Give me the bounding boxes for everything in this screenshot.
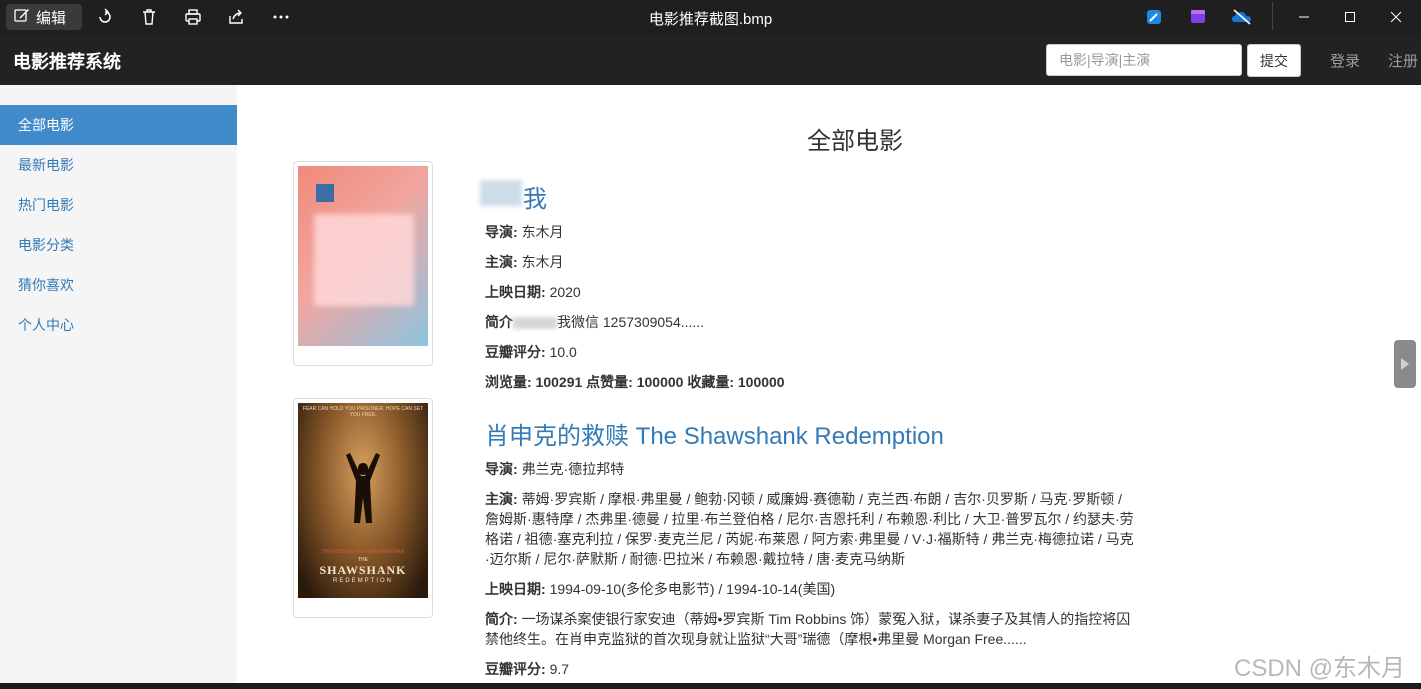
movie-info: 我 导演: 东木月 主演: 东木月 上映日期: 2020 简介 我微信 12573… [485, 179, 1135, 402]
movie-info: 肖申克的救赎 The Shawshank Redemption 导演: 弗兰克·… [485, 416, 1135, 689]
director-field: 导演: 弗兰克·德拉邦特 [485, 461, 625, 477]
edit-button[interactable]: 编辑 [6, 4, 82, 30]
sidebar-item-latest-movies[interactable]: 最新电影 [0, 145, 237, 185]
edit-icon [14, 7, 30, 27]
site-navbar: 电影推荐系统 提交 登录 注册 [0, 34, 1421, 85]
sidebar-item-profile[interactable]: 个人中心 [0, 305, 237, 345]
watermark: CSDN @东木月 [1234, 655, 1406, 682]
sidebar-item-recommend[interactable]: 猜你喜欢 [0, 265, 237, 305]
viewer-title-bar: 编辑 电影推荐截图.bmp [0, 0, 1421, 34]
clipchamp-icon[interactable] [1187, 6, 1209, 28]
stats-field: 浏览量: 100291 点赞量: 100000 收藏量: 100000 [485, 374, 785, 390]
movie-title[interactable]: 我 [485, 179, 1135, 214]
search-input[interactable] [1046, 44, 1242, 76]
cast-field: 主演: 蒂姆·罗宾斯 / 摩根·弗里曼 / 鲍勃·冈顿 / 威廉姆·赛德勒 / … [485, 491, 1134, 567]
release-field: 上映日期: 1994-09-10(多伦多电影节) / 1994-10-14(美国… [485, 581, 836, 597]
sidebar-item-all-movies[interactable]: 全部电影 [0, 105, 237, 145]
maximize-icon[interactable] [1327, 0, 1373, 34]
cast-field: 主演: 东木月 [485, 254, 564, 270]
close-icon[interactable] [1373, 0, 1419, 34]
sidebar-item-categories[interactable]: 电影分类 [0, 225, 237, 265]
rating-field: 豆瓣评分: 10.0 [485, 344, 577, 360]
release-field: 上映日期: 2020 [485, 284, 581, 300]
brand-title[interactable]: 电影推荐系统 [13, 48, 121, 74]
movie-poster[interactable] [293, 161, 433, 366]
bottom-bar [0, 683, 1421, 689]
movie-title[interactable]: 肖申克的救赎 The Shawshank Redemption [485, 416, 1135, 451]
edit-label: 编辑 [36, 9, 67, 27]
more-icon[interactable] [270, 6, 292, 28]
delete-icon[interactable] [138, 6, 160, 28]
next-image-button[interactable] [1394, 340, 1416, 388]
sidebar-item-hot-movies[interactable]: 热门电影 [0, 185, 237, 225]
summary-field: 简介: 一场谋杀案使银行家安迪（蒂姆•罗宾斯 Tim Robbins 饰）蒙冤入… [485, 611, 1131, 647]
summary-field: 简介 我微信 1257309054...... [485, 314, 705, 330]
register-link[interactable]: 注册 [1388, 50, 1418, 71]
director-field: 导演: 东木月 [485, 224, 564, 240]
file-title: 电影推荐截图.bmp [648, 11, 773, 28]
shawshank-poster-image: FEAR CAN HOLD YOU PRISONER. HOPE CAN SET… [298, 403, 428, 598]
movie-poster[interactable]: FEAR CAN HOLD YOU PRISONER. HOPE CAN SET… [293, 398, 433, 618]
qr-poster-image [298, 166, 428, 346]
minimize-icon[interactable] [1281, 0, 1327, 34]
main-content: 全部电影 我 导演: 东木月 主演: 东木月 上映日期: 2020 简介 我微信 … [237, 85, 1421, 689]
login-link[interactable]: 登录 [1330, 50, 1360, 71]
onedrive-icon[interactable] [1231, 6, 1253, 28]
edit-app-icon[interactable] [1143, 6, 1165, 28]
sidebar: 全部电影 最新电影 热门电影 电影分类 猜你喜欢 个人中心 [0, 85, 237, 689]
submit-button[interactable]: 提交 [1247, 44, 1301, 77]
chevron-right-icon [1401, 358, 1409, 370]
print-icon[interactable] [182, 6, 204, 28]
share-icon[interactable] [226, 6, 248, 28]
figure-silhouette [346, 453, 380, 523]
toolbar-divider [1272, 2, 1273, 30]
avatar [316, 184, 334, 202]
rotate-icon[interactable] [94, 6, 116, 28]
page-title: 全部电影 [807, 128, 903, 155]
rating-field: 豆瓣评分: 9.7 [485, 661, 570, 677]
blurred-qr-code [314, 214, 414, 306]
